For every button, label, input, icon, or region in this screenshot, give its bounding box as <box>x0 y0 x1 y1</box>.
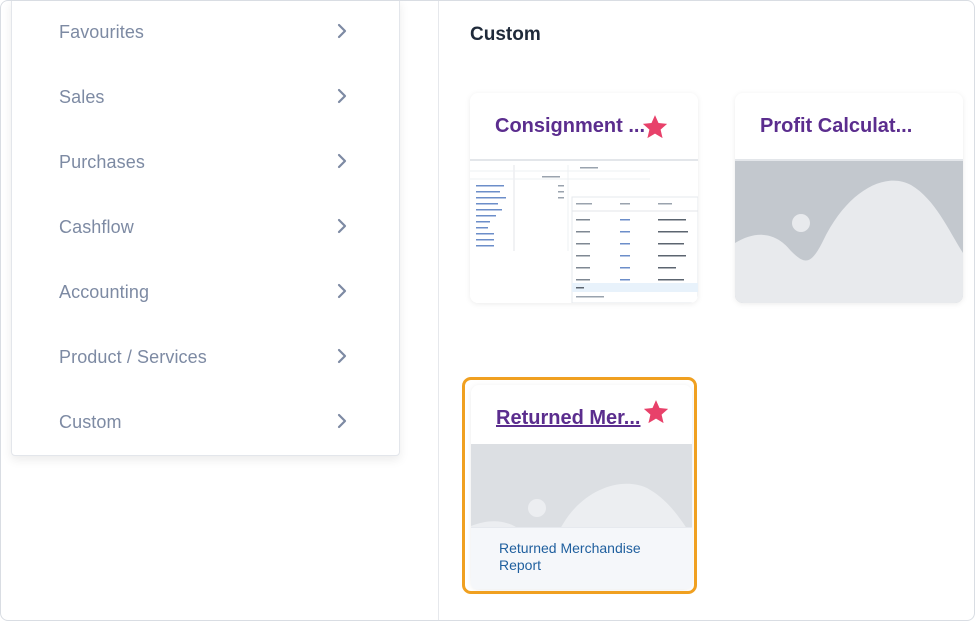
section-title: Custom <box>470 24 541 45</box>
chevron-right-icon <box>337 23 347 39</box>
chevron-right-icon <box>337 283 347 299</box>
star-icon[interactable] <box>641 113 669 141</box>
card-title[interactable]: Consignment ... <box>495 115 645 138</box>
sidebar-item-sales[interactable]: Sales <box>12 73 401 138</box>
card-tooltip: Returned Merchandise Report <box>471 527 692 589</box>
chevron-right-icon <box>337 348 347 364</box>
content-divider <box>438 1 439 620</box>
sidebar-item-label: Favourites <box>59 22 145 42</box>
sidebar-item-label: Cashflow <box>59 217 134 237</box>
image-placeholder-icon <box>735 161 963 303</box>
card-title[interactable]: Profit Calculat... <box>760 115 912 138</box>
report-card-consignment[interactable]: Consignment ... <box>470 93 698 303</box>
card-title[interactable]: Returned Mer... <box>496 407 640 430</box>
chevron-right-icon <box>337 88 347 104</box>
report-preview-thumbnail <box>470 161 698 303</box>
chevron-right-icon <box>337 218 347 234</box>
sidebar-item-label: Accounting <box>59 282 150 302</box>
sidebar-item-custom[interactable]: Custom <box>12 398 401 463</box>
star-icon[interactable] <box>642 398 670 426</box>
app-frame: Favourites Sales Purchases Cashflow Acco… <box>0 0 975 621</box>
sidebar-item-label: Sales <box>59 87 105 107</box>
report-card-profit-calculator[interactable]: Profit Calculat... <box>735 93 963 303</box>
sidebar-item-accounting[interactable]: Accounting <box>12 268 401 333</box>
sidebar-item-label: Product / Services <box>59 347 207 367</box>
sidebar-item-product-services[interactable]: Product / Services <box>12 333 401 398</box>
sidebar-item-favourites[interactable]: Favourites <box>12 8 401 73</box>
report-category-menu: Favourites Sales Purchases Cashflow Acco… <box>11 1 401 456</box>
sidebar-item-label: Purchases <box>59 152 145 172</box>
sidebar-item-label: Custom <box>59 412 122 432</box>
sidebar-item-cashflow[interactable]: Cashflow <box>12 203 401 268</box>
sidebar-item-purchases[interactable]: Purchases <box>12 138 401 203</box>
chevron-right-icon <box>337 153 347 169</box>
chevron-right-icon <box>337 413 347 429</box>
tooltip-text: Returned Merchandise Report <box>499 540 641 573</box>
